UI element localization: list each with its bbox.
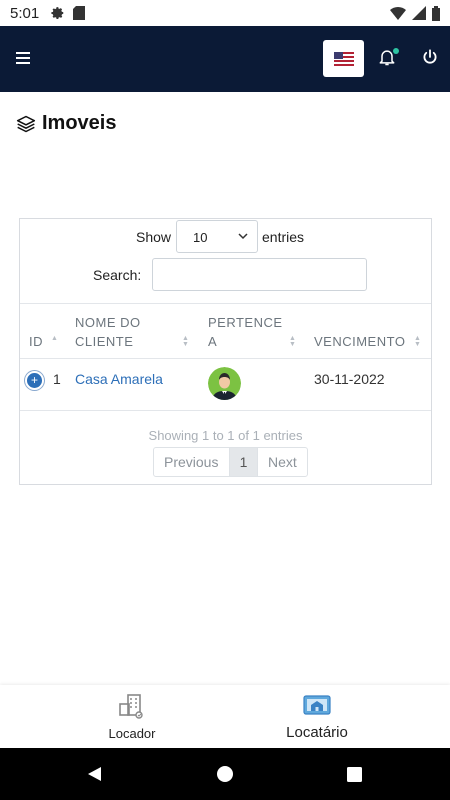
page-1-button[interactable]: 1 (230, 448, 257, 476)
imoveis-table-card: Show 10 entries Search: ID ▲ NOME DO CLI… (19, 218, 432, 485)
us-flag-icon (333, 51, 354, 66)
avatar (208, 367, 241, 400)
back-icon[interactable] (86, 766, 102, 782)
tab-locador-label: Locador (108, 726, 156, 741)
home-icon[interactable] (217, 766, 233, 782)
wifi-icon (390, 7, 406, 20)
notification-dot (393, 48, 399, 54)
cell-nome-do-cliente[interactable]: Casa Amarela (75, 371, 163, 387)
cell-vencimento: 30-11-2022 (314, 371, 385, 387)
tenant-icon (303, 695, 331, 715)
next-button[interactable]: Next (257, 448, 307, 476)
page-title: Imoveis (16, 112, 116, 135)
signal-icon (412, 6, 426, 20)
settings-icon (51, 7, 64, 20)
entries-label: entries (262, 229, 305, 245)
bottom-navigation: Locador Locatário (0, 685, 450, 748)
page-length-select[interactable]: 10 (176, 220, 258, 253)
tab-locador[interactable]: Locador (72, 693, 192, 741)
power-icon[interactable] (421, 48, 439, 66)
show-label: Show (136, 229, 172, 245)
table-row[interactable]: + 1 Casa Amarela 30-11-2022 (20, 359, 431, 411)
sort-asc-icon: ▲ (51, 335, 58, 342)
header-pertence-a[interactable]: PERTENCE A (208, 313, 293, 351)
table-header-row: ID ▲ NOME DO CLIENTE ▲ ▼ PERTENCE A ▲ ▼ VE… (20, 303, 431, 359)
language-button[interactable] (323, 40, 364, 77)
recents-icon[interactable] (347, 767, 362, 782)
header-vencimento[interactable]: VENCIMENTO (314, 332, 405, 351)
battery-icon (432, 5, 440, 21)
header-id[interactable]: ID (29, 332, 43, 351)
system-navigation-bar (0, 748, 450, 800)
tab-locatario[interactable]: Locatário (257, 693, 377, 741)
top-navbar (0, 26, 450, 92)
tab-locatario-label: Locatário (286, 724, 348, 741)
sort-icon: ▲ ▼ (289, 335, 296, 348)
search-input[interactable] (152, 258, 367, 291)
page-title-text: Imoveis (42, 112, 117, 134)
sd-card-icon (73, 6, 86, 20)
chevron-down-icon (238, 233, 248, 240)
search-label: Search: (93, 267, 142, 283)
table-info: Showing 1 to 1 of 1 entries (148, 428, 303, 443)
cell-id: 1 (53, 371, 61, 387)
status-time: 5:01 (10, 4, 40, 22)
layers-icon (16, 115, 36, 132)
previous-button[interactable]: Previous (154, 448, 230, 476)
pagination: Previous 1 Next (153, 447, 308, 477)
building-icon (119, 694, 143, 719)
sort-icon: ▲ ▼ (414, 335, 421, 348)
expand-row-button[interactable]: + (25, 371, 44, 390)
status-bar: 5:01 (0, 0, 450, 26)
sort-icon: ▲ ▼ (182, 335, 189, 348)
page-length-control: Show 10 entries (20, 219, 431, 255)
page-length-value: 10 (193, 230, 208, 245)
hamburger-icon[interactable] (16, 52, 30, 64)
header-nome-do-cliente[interactable]: NOME DO CLIENTE (75, 313, 170, 351)
